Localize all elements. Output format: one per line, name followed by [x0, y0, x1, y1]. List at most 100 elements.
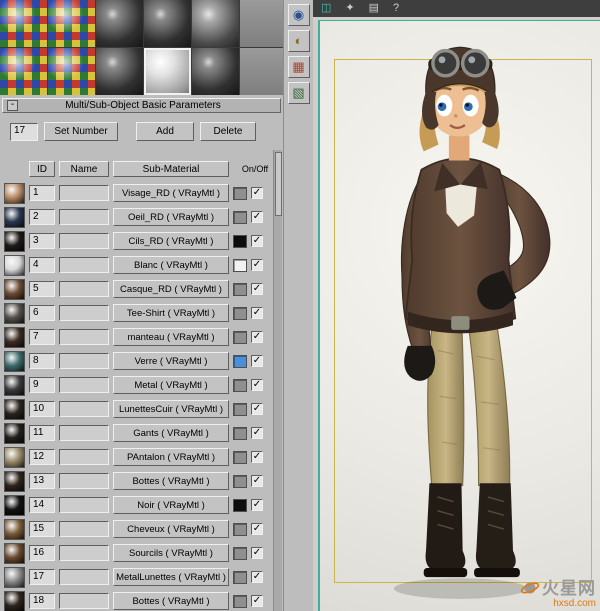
- material-thumb[interactable]: [4, 230, 25, 252]
- submaterial-button[interactable]: PAntalon ( VRayMtl ): [113, 448, 229, 466]
- onoff-swatch[interactable]: [233, 402, 247, 416]
- onoff-swatch[interactable]: [233, 450, 247, 464]
- onoff-checkbox[interactable]: ✓: [251, 499, 263, 511]
- layers-icon[interactable]: ▤: [369, 0, 379, 17]
- submaterial-button[interactable]: Cheveux ( VRayMtl ): [113, 520, 229, 538]
- material-slot[interactable]: [48, 0, 95, 47]
- material-slot[interactable]: [0, 48, 47, 95]
- onoff-swatch[interactable]: [233, 210, 247, 224]
- material-name-field[interactable]: [59, 569, 109, 585]
- material-thumb[interactable]: [4, 566, 25, 588]
- material-thumb[interactable]: [4, 518, 25, 540]
- onoff-swatch[interactable]: [233, 378, 247, 392]
- material-slot[interactable]: [96, 0, 143, 47]
- onoff-swatch[interactable]: [233, 186, 247, 200]
- onoff-checkbox[interactable]: ✓: [251, 235, 263, 247]
- material-thumb[interactable]: [4, 374, 25, 396]
- material-slot-active[interactable]: [144, 48, 191, 95]
- background-icon[interactable]: ▦: [287, 56, 310, 78]
- submaterial-button[interactable]: Tee-Shirt ( VRayMtl ): [113, 304, 229, 322]
- backlight-icon[interactable]: ◐: [287, 30, 310, 52]
- material-slot[interactable]: [96, 48, 143, 95]
- onoff-checkbox[interactable]: ✓: [251, 571, 263, 583]
- onoff-swatch[interactable]: [233, 234, 247, 248]
- material-name-field[interactable]: [59, 473, 109, 489]
- onoff-checkbox[interactable]: ✓: [251, 595, 263, 607]
- material-thumb[interactable]: [4, 590, 25, 611]
- column-name-button[interactable]: Name: [59, 161, 109, 177]
- material-name-field[interactable]: [59, 233, 109, 249]
- material-thumb[interactable]: [4, 350, 25, 372]
- material-name-field[interactable]: [59, 281, 109, 297]
- onoff-swatch[interactable]: [233, 354, 247, 368]
- submaterial-button[interactable]: Casque_RD ( VRayMtl ): [113, 280, 229, 298]
- add-button[interactable]: Add: [136, 122, 194, 141]
- onoff-swatch[interactable]: [233, 522, 247, 536]
- column-submaterial-button[interactable]: Sub-Material: [113, 161, 229, 177]
- material-slot[interactable]: [192, 0, 239, 47]
- onoff-checkbox[interactable]: ✓: [251, 283, 263, 295]
- material-thumb[interactable]: [4, 182, 25, 204]
- material-thumb[interactable]: [4, 254, 25, 276]
- submaterial-button[interactable]: Sourcils ( VRayMtl ): [113, 544, 229, 562]
- onoff-checkbox[interactable]: ✓: [251, 523, 263, 535]
- sample-type-icon[interactable]: ◉: [287, 4, 310, 26]
- onoff-checkbox[interactable]: ✓: [251, 451, 263, 463]
- material-name-field[interactable]: [59, 257, 109, 273]
- material-thumb[interactable]: [4, 422, 25, 444]
- submaterial-button[interactable]: Blanc ( VRayMtl ): [113, 256, 229, 274]
- material-thumb[interactable]: [4, 206, 25, 228]
- onoff-checkbox[interactable]: ✓: [251, 379, 263, 391]
- material-name-field[interactable]: [59, 305, 109, 321]
- onoff-checkbox[interactable]: ✓: [251, 259, 263, 271]
- onoff-checkbox[interactable]: ✓: [251, 547, 263, 559]
- onoff-swatch[interactable]: [233, 426, 247, 440]
- material-slot[interactable]: [144, 0, 191, 47]
- material-name-field[interactable]: [59, 497, 109, 513]
- delete-button[interactable]: Delete: [200, 122, 256, 141]
- material-thumb[interactable]: [4, 398, 25, 420]
- onoff-swatch[interactable]: [233, 570, 247, 584]
- options-icon[interactable]: ▧: [287, 82, 310, 104]
- submaterial-button[interactable]: Cils_RD ( VRayMtl ): [113, 232, 229, 250]
- material-name-field[interactable]: [59, 353, 109, 369]
- onoff-swatch[interactable]: [233, 546, 247, 560]
- onoff-checkbox[interactable]: ✓: [251, 427, 263, 439]
- scrollbar-thumb[interactable]: [275, 152, 282, 216]
- material-name-field[interactable]: [59, 545, 109, 561]
- onoff-checkbox[interactable]: ✓: [251, 211, 263, 223]
- submaterial-button[interactable]: Gants ( VRayMtl ): [113, 424, 229, 442]
- onoff-checkbox[interactable]: ✓: [251, 475, 263, 487]
- material-name-field[interactable]: [59, 209, 109, 225]
- submaterial-button[interactable]: Visage_RD ( VRayMtl ): [113, 184, 229, 202]
- material-name-field[interactable]: [59, 401, 109, 417]
- submaterial-button[interactable]: Metal ( VRayMtl ): [113, 376, 229, 394]
- material-thumb[interactable]: [4, 446, 25, 468]
- material-name-field[interactable]: [59, 185, 109, 201]
- material-slot[interactable]: [192, 48, 239, 95]
- material-slot[interactable]: [240, 48, 283, 95]
- set-number-button[interactable]: Set Number: [44, 122, 118, 141]
- onoff-swatch[interactable]: [233, 282, 247, 296]
- rollout-header[interactable]: - Multi/Sub-Object Basic Parameters: [2, 98, 281, 113]
- render-setup-icon[interactable]: ✦: [345, 0, 354, 17]
- material-name-field[interactable]: [59, 449, 109, 465]
- onoff-checkbox[interactable]: ✓: [251, 187, 263, 199]
- material-slot[interactable]: [48, 48, 95, 95]
- onoff-swatch[interactable]: [233, 498, 247, 512]
- panel-scrollbar[interactable]: [273, 150, 282, 611]
- onoff-checkbox[interactable]: ✓: [251, 331, 263, 343]
- submaterial-button[interactable]: Oeil_RD ( VRayMtl ): [113, 208, 229, 226]
- material-thumb[interactable]: [4, 278, 25, 300]
- schematic-view-icon[interactable]: ◫: [321, 0, 331, 17]
- submaterial-button[interactable]: MetalLunettes ( VRayMtl ): [113, 568, 229, 586]
- material-thumb[interactable]: [4, 542, 25, 564]
- material-thumb[interactable]: [4, 326, 25, 348]
- material-count-field[interactable]: 17: [10, 122, 38, 141]
- onoff-swatch[interactable]: [233, 474, 247, 488]
- material-name-field[interactable]: [59, 377, 109, 393]
- submaterial-button[interactable]: Bottes ( VRayMtl ): [113, 472, 229, 490]
- material-slot[interactable]: [240, 0, 283, 47]
- submaterial-button[interactable]: Noir ( VRayMtl ): [113, 496, 229, 514]
- material-name-field[interactable]: [59, 521, 109, 537]
